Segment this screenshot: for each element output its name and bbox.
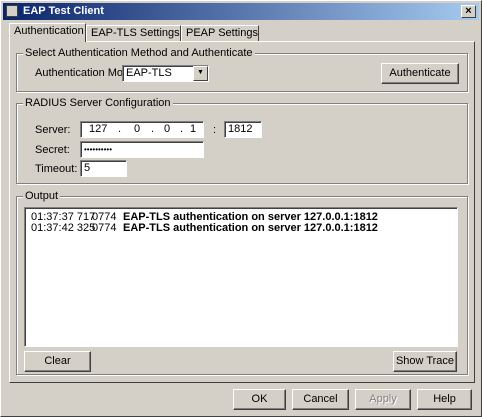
authenticate-button[interactable]: Authenticate <box>381 63 459 84</box>
secret-field[interactable]: •••••••••• <box>80 141 204 158</box>
output-group: Output 01:37:37 717 0774 EAP-TLS authent… <box>16 190 468 375</box>
close-button[interactable]: × <box>461 5 476 18</box>
server-ip-field[interactable]: 127 . 0 . 0 . 1 <box>80 121 204 138</box>
port-value: 1812 <box>228 123 253 135</box>
clear-button[interactable]: Clear <box>24 351 91 372</box>
ip-octet-4: 1 <box>190 123 197 135</box>
window-title: EAP Test Client <box>23 5 104 17</box>
secret-label: Secret: <box>35 144 70 156</box>
ip-dot-3: . <box>180 123 184 135</box>
authentication-tab-panel: Select Authentication Method and Authent… <box>9 41 475 383</box>
ip-octet-3: 0 <box>164 123 171 135</box>
ip-dot-2: . <box>151 123 155 135</box>
tab-authentication[interactable]: Authentication <box>9 23 86 42</box>
show-trace-button[interactable]: Show Trace <box>393 351 457 372</box>
title-bar[interactable]: EAP Test Client × <box>3 3 479 20</box>
timeout-label: Timeout: <box>35 163 78 175</box>
tab-peap-settings[interactable]: PEAP Settings <box>181 25 259 41</box>
server-label: Server: <box>35 124 71 136</box>
eap-test-client-window: EAP Test Client × Authentication EAP-TLS… <box>0 0 482 417</box>
output-group-title: Output <box>23 190 61 202</box>
close-icon: × <box>465 5 472 17</box>
ok-button[interactable]: OK <box>233 389 286 410</box>
chevron-down-icon[interactable]: ▼ <box>193 66 208 81</box>
radius-config-group: RADIUS Server Configuration Server: 127 … <box>16 97 468 184</box>
radius-group-title: RADIUS Server Configuration <box>23 97 173 109</box>
auth-mode-value: EAP-TLS <box>126 67 172 79</box>
cancel-button[interactable]: Cancel <box>292 389 349 410</box>
port-separator: : <box>213 124 217 136</box>
ip-octet-2: 0 <box>134 123 141 135</box>
tab-eap-tls-settings[interactable]: EAP-TLS Settings <box>86 25 181 41</box>
apply-button[interactable]: Apply <box>355 389 411 410</box>
auth-method-group: Select Authentication Method and Authent… <box>16 47 468 92</box>
secret-value: •••••••••• <box>84 145 113 154</box>
timeout-value: 5 <box>84 162 91 174</box>
help-button[interactable]: Help <box>417 389 472 410</box>
output-log[interactable]: 01:37:37 717 0774 EAP-TLS authentication… <box>24 207 458 347</box>
auth-method-group-title: Select Authentication Method and Authent… <box>23 47 255 59</box>
log-time: 01:37:42 325 <box>31 222 96 234</box>
log-code: 0774 <box>92 222 117 234</box>
port-field[interactable]: 1812 <box>224 121 262 138</box>
timeout-field[interactable]: 5 <box>80 160 127 177</box>
log-message: EAP-TLS authentication on server 127.0.0… <box>123 222 378 234</box>
auth-mode-select[interactable]: EAP-TLS ▼ <box>122 65 209 82</box>
app-icon <box>6 5 18 17</box>
ip-dot-1: . <box>118 123 122 135</box>
ip-octet-1: 127 <box>89 123 108 135</box>
